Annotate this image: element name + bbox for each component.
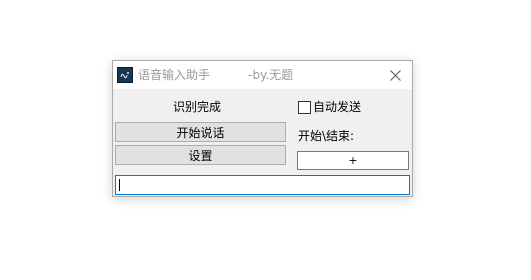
app-window: 语音输入助手 -by.无题 识别完成 开始说话 设置 自动发送 开始\结束: +	[112, 60, 413, 197]
window-content: 识别完成 开始说话 设置 自动发送 开始\结束: +	[113, 89, 412, 196]
recognition-status: 识别完成	[172, 100, 221, 114]
text-caret	[119, 179, 120, 191]
checkbox-box[interactable]	[298, 100, 311, 114]
start-speaking-button[interactable]: 开始说话	[115, 122, 286, 142]
title-bar[interactable]: 语音输入助手 -by.无题	[113, 61, 412, 89]
hotkey-label: 开始\结束:	[298, 129, 355, 143]
close-icon	[389, 66, 401, 85]
close-button[interactable]	[378, 61, 412, 89]
window-title: 语音输入助手 -by.无题	[138, 68, 294, 82]
hotkey-field[interactable]: +	[297, 151, 409, 170]
settings-button[interactable]: 设置	[115, 145, 286, 165]
auto-send-label: 自动发送	[313, 100, 362, 114]
auto-send-checkbox[interactable]: 自动发送	[298, 99, 361, 115]
speech-text-input[interactable]	[115, 175, 410, 195]
app-logo-icon	[117, 67, 133, 83]
